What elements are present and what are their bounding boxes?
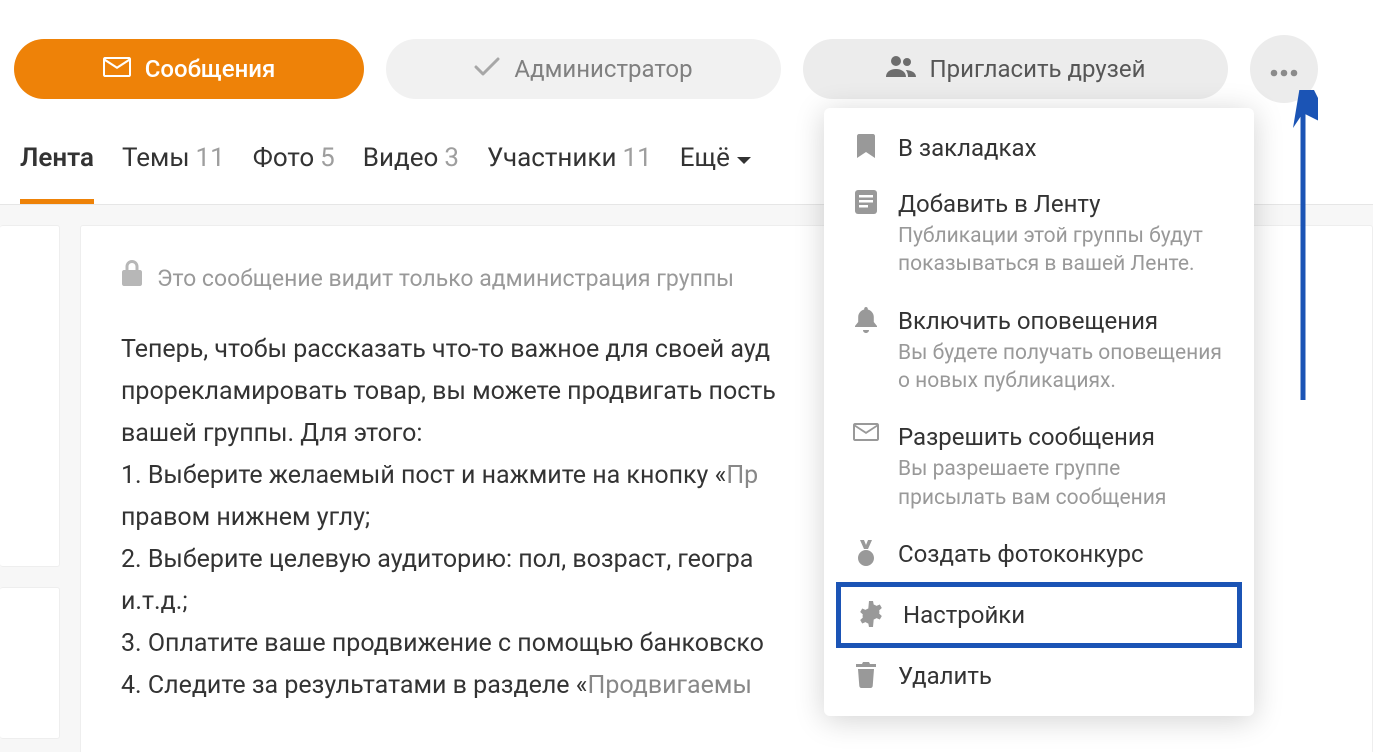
lock-icon	[121, 260, 143, 299]
dropdown-settings[interactable]: Настройки	[836, 582, 1242, 648]
chevron-down-icon	[736, 143, 752, 173]
dots-icon	[1270, 55, 1298, 83]
invite-friends-button[interactable]: Пригласить друзей	[803, 39, 1228, 99]
bell-icon	[852, 307, 880, 396]
tab-topics[interactable]: Темы 11	[122, 143, 225, 199]
admin-button-label: Администратор	[514, 55, 692, 83]
envelope-icon	[852, 423, 880, 512]
dropdown-delete[interactable]: Удалить	[824, 648, 1254, 704]
medal-icon	[852, 540, 880, 568]
dropdown-item-sub: Публикации этой группы будут показыватьс…	[898, 222, 1224, 279]
people-icon	[886, 55, 916, 83]
envelope-icon	[103, 55, 131, 83]
stub-card	[0, 587, 60, 739]
tab-more[interactable]: Ещё	[680, 143, 752, 199]
tab-topics-count: 11	[196, 143, 225, 173]
invite-friends-label: Пригласить друзей	[930, 55, 1146, 83]
left-side-stub	[0, 225, 60, 752]
dropdown-item-title: Создать фотоконкурс	[898, 540, 1224, 568]
tab-videos-count: 3	[444, 143, 459, 173]
check-icon	[474, 55, 500, 83]
tab-members-count: 11	[622, 143, 651, 173]
dropdown-add-feed[interactable]: Добавить в Ленту Публикации этой группы …	[824, 176, 1254, 293]
feed-icon	[852, 190, 880, 279]
dropdown-item-title: Включить оповещения	[898, 307, 1224, 335]
admin-only-text: Это сообщение видит только администрация…	[157, 260, 734, 299]
dropdown-bookmarks[interactable]: В закладках	[824, 120, 1254, 176]
tab-photos-count: 5	[320, 143, 335, 173]
trash-icon	[852, 662, 880, 690]
tab-photos[interactable]: Фото 5	[253, 143, 335, 199]
tab-feed[interactable]: Лента	[20, 143, 94, 204]
dropdown-item-sub: Вы будете получать оповещения о новых пу…	[898, 339, 1224, 396]
dropdown-item-title: Настройки	[903, 601, 1219, 629]
more-button[interactable]	[1250, 35, 1318, 103]
dropdown-item-title: В закладках	[898, 134, 1224, 162]
gear-icon	[857, 601, 885, 629]
messages-button[interactable]: Сообщения	[14, 39, 364, 99]
more-dropdown: В закладках Добавить в Ленту Публикации …	[824, 108, 1254, 716]
dropdown-item-sub: Вы разрешаете группе присылать вам сообщ…	[898, 455, 1224, 512]
tab-more-label: Ещё	[680, 143, 730, 173]
tab-videos-label: Видео	[363, 143, 439, 173]
admin-button[interactable]: Администратор	[386, 39, 781, 99]
dropdown-item-title: Добавить в Ленту	[898, 190, 1224, 218]
tab-members-label: Участники	[487, 143, 617, 173]
tab-feed-label: Лента	[20, 143, 94, 173]
top-buttons-row: Сообщения Администратор Пригласить друзе…	[0, 0, 1373, 113]
tab-members[interactable]: Участники 11	[487, 143, 652, 199]
tab-photos-label: Фото	[253, 143, 314, 173]
messages-button-label: Сообщения	[145, 55, 276, 83]
bookmark-icon	[852, 134, 880, 162]
tab-topics-label: Темы	[122, 143, 190, 173]
dropdown-notifications[interactable]: Включить оповещения Вы будете получать о…	[824, 293, 1254, 410]
dropdown-item-title: Разрешить сообщения	[898, 423, 1224, 451]
stub-card	[0, 225, 60, 567]
dropdown-item-title: Удалить	[898, 662, 1224, 690]
tab-videos[interactable]: Видео 3	[363, 143, 459, 199]
dropdown-allow-messages[interactable]: Разрешить сообщения Вы разрешаете группе…	[824, 409, 1254, 526]
dropdown-photo-contest[interactable]: Создать фотоконкурс	[824, 526, 1254, 582]
